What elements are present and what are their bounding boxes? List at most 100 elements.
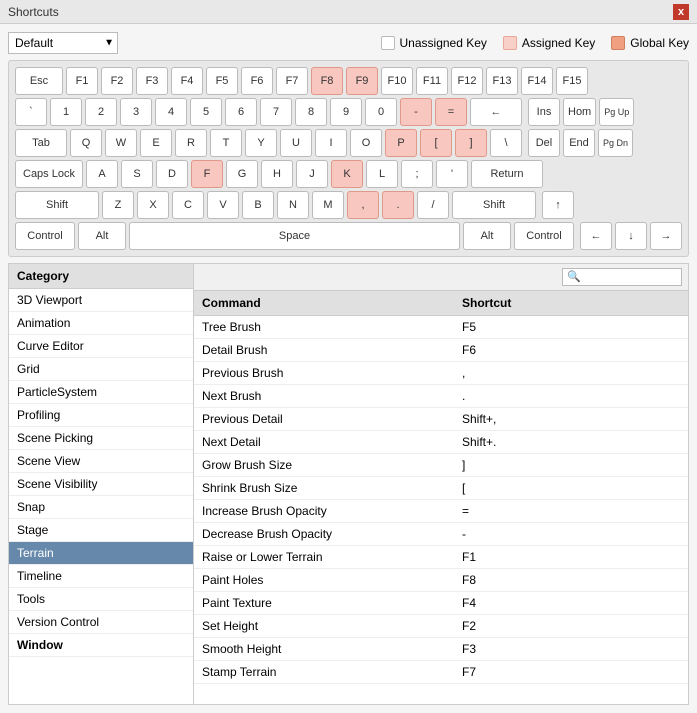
key-return[interactable]: Return: [471, 160, 543, 188]
key-5[interactable]: 5: [190, 98, 222, 126]
key-shift-right[interactable]: Shift: [452, 191, 536, 219]
category-item[interactable]: Version Control: [9, 611, 193, 634]
key-r[interactable]: R: [175, 129, 207, 157]
key-8[interactable]: 8: [295, 98, 327, 126]
key-6[interactable]: 6: [225, 98, 257, 126]
key-f3[interactable]: F3: [136, 67, 168, 95]
key-4[interactable]: 4: [155, 98, 187, 126]
key-rightarrow[interactable]: →: [650, 222, 682, 250]
category-item[interactable]: Scene Visibility: [9, 473, 193, 496]
key-1[interactable]: 1: [50, 98, 82, 126]
category-item[interactable]: Profiling: [9, 404, 193, 427]
key-space[interactable]: Space: [129, 222, 460, 250]
key-3[interactable]: 3: [120, 98, 152, 126]
key-ins[interactable]: Ins: [528, 98, 560, 126]
category-item[interactable]: Animation: [9, 312, 193, 335]
key-ctrl-right[interactable]: Control: [514, 222, 574, 250]
key-f2[interactable]: F2: [101, 67, 133, 95]
command-row[interactable]: Next DetailShift+.: [194, 431, 688, 454]
key-period[interactable]: .: [382, 191, 414, 219]
key-f14[interactable]: F14: [521, 67, 553, 95]
key-hom[interactable]: Hom: [563, 98, 596, 126]
category-item[interactable]: Stage: [9, 519, 193, 542]
command-row[interactable]: Increase Brush Opacity=: [194, 500, 688, 523]
key-v[interactable]: V: [207, 191, 239, 219]
key-del[interactable]: Del: [528, 129, 560, 157]
command-row[interactable]: Paint HolesF8: [194, 569, 688, 592]
search-input[interactable]: [562, 268, 682, 286]
key-f1[interactable]: F1: [66, 67, 98, 95]
key-f8[interactable]: F8: [311, 67, 343, 95]
key-z[interactable]: Z: [102, 191, 134, 219]
key-end[interactable]: End: [563, 129, 595, 157]
category-item[interactable]: Snap: [9, 496, 193, 519]
key-rbracket[interactable]: ]: [455, 129, 487, 157]
command-row[interactable]: Decrease Brush Opacity-: [194, 523, 688, 546]
key-l[interactable]: L: [366, 160, 398, 188]
key-pgup[interactable]: Pg Up: [599, 98, 634, 126]
key-semicolon[interactable]: ;: [401, 160, 433, 188]
key-f4[interactable]: F4: [171, 67, 203, 95]
key-s[interactable]: S: [121, 160, 153, 188]
category-item[interactable]: Curve Editor: [9, 335, 193, 358]
commands-list[interactable]: Tree BrushF5Detail BrushF6Previous Brush…: [194, 316, 688, 704]
key-j[interactable]: J: [296, 160, 328, 188]
key-downarrow[interactable]: ↓: [615, 222, 647, 250]
category-item[interactable]: ParticleSystem: [9, 381, 193, 404]
category-item[interactable]: Window: [9, 634, 193, 657]
command-row[interactable]: Raise or Lower TerrainF1: [194, 546, 688, 569]
command-row[interactable]: Previous Brush,: [194, 362, 688, 385]
command-row[interactable]: Shrink Brush Size[: [194, 477, 688, 500]
key-o[interactable]: O: [350, 129, 382, 157]
key-leftarrow[interactable]: ←: [580, 222, 612, 250]
category-item[interactable]: Terrain: [9, 542, 193, 565]
key-p[interactable]: P: [385, 129, 417, 157]
key-t[interactable]: T: [210, 129, 242, 157]
key-w[interactable]: W: [105, 129, 137, 157]
key-f10[interactable]: F10: [381, 67, 413, 95]
key-a[interactable]: A: [86, 160, 118, 188]
close-button[interactable]: x: [673, 4, 689, 20]
key-backslash[interactable]: \: [490, 129, 522, 157]
key-esc[interactable]: Esc: [15, 67, 63, 95]
key-f13[interactable]: F13: [486, 67, 518, 95]
key-x[interactable]: X: [137, 191, 169, 219]
key-capslock[interactable]: Caps Lock: [15, 160, 83, 188]
command-row[interactable]: Next Brush.: [194, 385, 688, 408]
key-f11[interactable]: F11: [416, 67, 448, 95]
key-alt-right[interactable]: Alt: [463, 222, 511, 250]
category-list[interactable]: 3D ViewportAnimationCurve EditorGridPart…: [9, 289, 193, 704]
key-9[interactable]: 9: [330, 98, 362, 126]
category-item[interactable]: Scene Picking: [9, 427, 193, 450]
key-quote[interactable]: ': [436, 160, 468, 188]
command-row[interactable]: Previous DetailShift+,: [194, 408, 688, 431]
command-row[interactable]: Set HeightF2: [194, 615, 688, 638]
key-equals[interactable]: =: [435, 98, 467, 126]
key-f12[interactable]: F12: [451, 67, 483, 95]
command-row[interactable]: Grow Brush Size]: [194, 454, 688, 477]
key-alt-left[interactable]: Alt: [78, 222, 126, 250]
key-b[interactable]: B: [242, 191, 274, 219]
key-ctrl-left[interactable]: Control: [15, 222, 75, 250]
command-row[interactable]: Paint TextureF4: [194, 592, 688, 615]
key-e[interactable]: E: [140, 129, 172, 157]
key-uparrow[interactable]: ↑: [542, 191, 574, 219]
profile-dropdown[interactable]: Default: [8, 32, 118, 54]
key-shift-left[interactable]: Shift: [15, 191, 99, 219]
key-2[interactable]: 2: [85, 98, 117, 126]
category-item[interactable]: Scene View: [9, 450, 193, 473]
command-row[interactable]: Tree BrushF5: [194, 316, 688, 339]
key-f5[interactable]: F5: [206, 67, 238, 95]
key-u[interactable]: U: [280, 129, 312, 157]
category-item[interactable]: Tools: [9, 588, 193, 611]
key-n[interactable]: N: [277, 191, 309, 219]
command-row[interactable]: Detail BrushF6: [194, 339, 688, 362]
key-comma[interactable]: ,: [347, 191, 379, 219]
key-slash[interactable]: /: [417, 191, 449, 219]
command-row[interactable]: Smooth HeightF3: [194, 638, 688, 661]
key-f15[interactable]: F15: [556, 67, 588, 95]
key-d[interactable]: D: [156, 160, 188, 188]
key-h[interactable]: H: [261, 160, 293, 188]
key-f7[interactable]: F7: [276, 67, 308, 95]
key-7[interactable]: 7: [260, 98, 292, 126]
